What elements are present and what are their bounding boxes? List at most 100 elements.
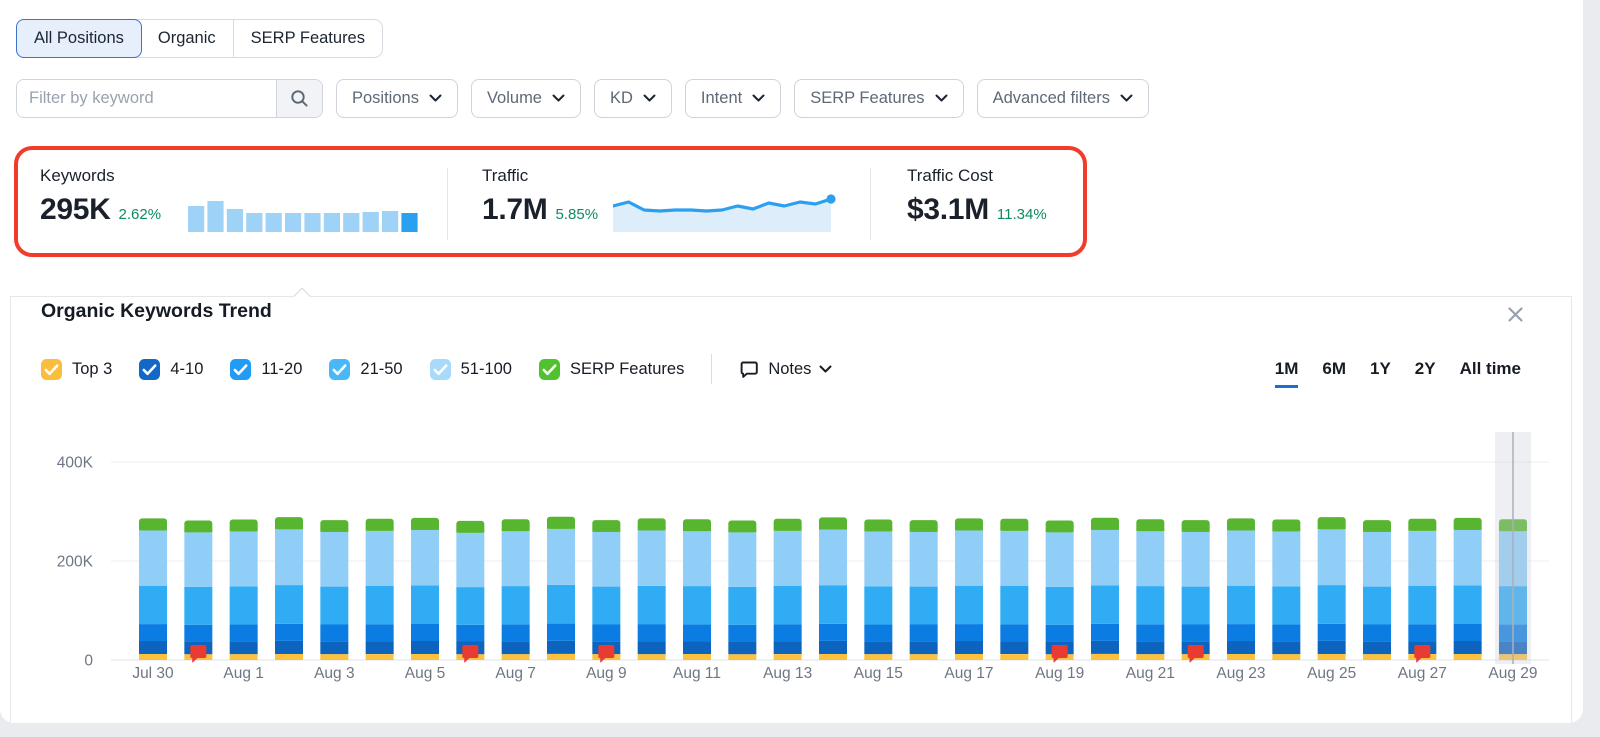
segment-51-100 xyxy=(502,531,530,586)
bar-aug-18[interactable] xyxy=(1000,519,1028,660)
dropdown-advanced-filters[interactable]: Advanced filters xyxy=(977,79,1149,118)
segment-21-50 xyxy=(320,587,348,625)
notes-dropdown[interactable]: Notes xyxy=(739,359,832,380)
bar-jul-31[interactable] xyxy=(184,521,212,661)
bar-aug-13[interactable] xyxy=(774,519,802,660)
segment-11-20 xyxy=(638,624,666,641)
dropdown-label: Intent xyxy=(701,89,742,108)
bar-aug-23[interactable] xyxy=(1227,518,1255,660)
bar-aug-25[interactable] xyxy=(1318,517,1346,660)
segment-21-50 xyxy=(1408,586,1436,624)
range-1y[interactable]: 1Y xyxy=(1370,359,1391,385)
metric-traffic-cost[interactable]: Traffic Cost $3.1M 11.34% xyxy=(907,166,1047,227)
segment-serp-features xyxy=(411,527,439,530)
metric-traffic[interactable]: Traffic 1.7M 5.85% xyxy=(482,166,598,227)
segment-11-20 xyxy=(139,624,167,641)
keyword-filter-input[interactable] xyxy=(17,80,276,117)
segment-51-100 xyxy=(1318,529,1346,585)
keywords-sparkline xyxy=(188,192,422,232)
segment-serp-features xyxy=(366,528,394,531)
segment-serp-features xyxy=(728,529,756,532)
search-button[interactable] xyxy=(276,80,322,117)
search-icon xyxy=(290,89,309,108)
range-1m[interactable]: 1M xyxy=(1275,359,1299,388)
bar-aug-19[interactable] xyxy=(1046,521,1074,661)
checkbox-4-10[interactable] xyxy=(139,359,160,380)
checkbox-51-100[interactable] xyxy=(430,359,451,380)
segment-serp-features xyxy=(1182,529,1210,532)
segment-11-20 xyxy=(1091,624,1119,641)
mini-bar xyxy=(401,213,417,232)
range-2y[interactable]: 2Y xyxy=(1415,359,1436,385)
close-button[interactable] xyxy=(1503,302,1527,326)
bar-aug-17[interactable] xyxy=(955,518,983,660)
legend-item-4-10[interactable]: 4-10 xyxy=(139,359,203,380)
range-6m[interactable]: 6M xyxy=(1322,359,1346,385)
legend-item-top-3[interactable]: Top 3 xyxy=(41,359,112,380)
bar-aug-14[interactable] xyxy=(819,517,847,660)
bar-aug-8[interactable] xyxy=(547,517,575,660)
dropdown-positions[interactable]: Positions xyxy=(336,79,458,118)
checkbox-top-3[interactable] xyxy=(41,359,62,380)
range-all-time[interactable]: All time xyxy=(1460,359,1521,385)
dropdown-volume[interactable]: Volume xyxy=(471,79,581,118)
bar-aug-22[interactable] xyxy=(1182,520,1210,660)
bar-jul-30[interactable] xyxy=(139,518,167,660)
segment-11-20 xyxy=(1136,624,1164,641)
bar-aug-21[interactable] xyxy=(1136,519,1164,660)
segment-4-10 xyxy=(728,641,756,654)
legend-label: 21-50 xyxy=(360,360,402,379)
tab-all-positions[interactable]: All Positions xyxy=(16,19,142,58)
segment-serp-features xyxy=(1363,529,1391,532)
segment-serp-features xyxy=(683,528,711,531)
tab-organic[interactable]: Organic xyxy=(141,20,233,57)
bar-aug-5[interactable] xyxy=(411,518,439,660)
mini-bar xyxy=(382,211,398,232)
bar-aug-9[interactable] xyxy=(592,520,620,660)
segment-21-50 xyxy=(683,586,711,624)
bar-aug-10[interactable] xyxy=(638,518,666,660)
segment-11-20 xyxy=(366,624,394,641)
bar-aug-1[interactable] xyxy=(230,520,258,661)
segment-serp-features xyxy=(547,526,575,529)
bar-aug-28[interactable] xyxy=(1454,518,1482,660)
bar-aug-12[interactable] xyxy=(728,521,756,661)
bar-aug-3[interactable] xyxy=(320,520,348,660)
segment-top-3 xyxy=(910,654,938,660)
check-icon xyxy=(329,359,350,380)
bar-aug-24[interactable] xyxy=(1272,520,1300,661)
mini-bar xyxy=(227,209,243,232)
bar-aug-16[interactable] xyxy=(910,520,938,660)
segment-21-50 xyxy=(1046,587,1074,625)
legend-item-11-20[interactable]: 11-20 xyxy=(230,359,302,380)
dropdown-intent[interactable]: Intent xyxy=(685,79,781,118)
bar-aug-26[interactable] xyxy=(1363,520,1391,660)
bar-aug-2[interactable] xyxy=(275,517,303,660)
bar-aug-6[interactable] xyxy=(456,521,484,660)
segment-21-50 xyxy=(955,586,983,624)
checkbox-11-20[interactable] xyxy=(230,359,251,380)
segment-4-10 xyxy=(910,641,938,654)
bar-aug-15[interactable] xyxy=(864,520,892,661)
x-axis-label: Aug 25 xyxy=(1307,665,1356,682)
bar-aug-20[interactable] xyxy=(1091,518,1119,660)
metric-keywords[interactable]: Keywords 295K 2.62% xyxy=(40,166,161,227)
segment-21-50 xyxy=(1227,586,1255,624)
bar-aug-11[interactable] xyxy=(683,519,711,660)
segment-51-100 xyxy=(1136,531,1164,586)
legend-item-21-50[interactable]: 21-50 xyxy=(329,359,402,380)
dropdown-serp-features[interactable]: SERP Features xyxy=(794,79,963,118)
bar-aug-4[interactable] xyxy=(366,519,394,660)
legend-item-serp-features[interactable]: SERP Features xyxy=(539,359,684,380)
bar-aug-27[interactable] xyxy=(1408,519,1436,660)
dropdown-kd[interactable]: KD xyxy=(594,79,672,118)
dropdown-label: Advanced filters xyxy=(993,89,1110,108)
segment-51-100 xyxy=(819,530,847,586)
legend-item-51-100[interactable]: 51-100 xyxy=(430,359,512,380)
segment-serp-features xyxy=(1136,528,1164,531)
segment-21-50 xyxy=(411,586,439,625)
checkbox-21-50[interactable] xyxy=(329,359,350,380)
checkbox-serp-features[interactable] xyxy=(539,359,560,380)
tab-serp-features[interactable]: SERP Features xyxy=(233,20,382,57)
bar-aug-7[interactable] xyxy=(502,519,530,660)
